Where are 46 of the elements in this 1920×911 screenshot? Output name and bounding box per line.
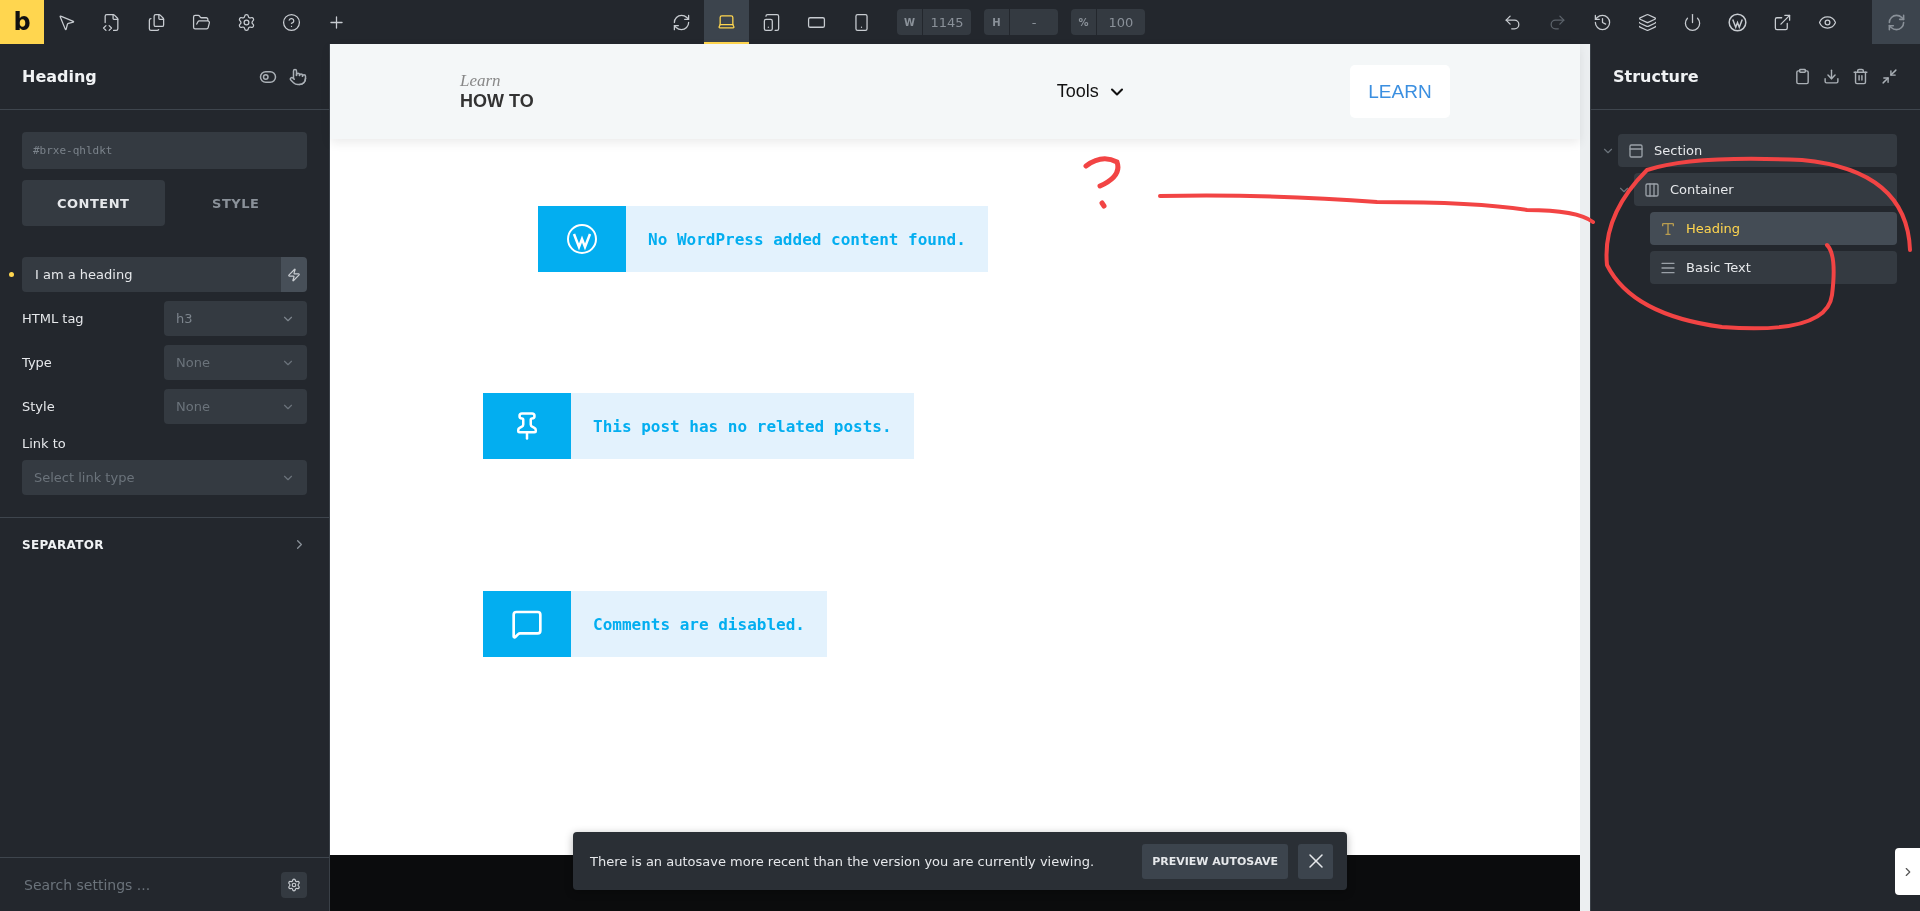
toast-message: There is an autosave more recent than the version you are currently viewing. [590, 853, 1096, 869]
notice-text: This post has no related posts. [592, 415, 893, 438]
tree-item[interactable]: Container [1634, 173, 1897, 206]
control-label: HTML tag [22, 311, 84, 326]
refresh-icon [1886, 12, 1906, 32]
logo-text: HOW TO [460, 91, 534, 112]
logo-text: Learn [460, 71, 502, 91]
control-label: Type [22, 355, 52, 370]
bolt-icon [287, 267, 301, 282]
panel-tab[interactable]: STYLE [164, 180, 307, 226]
panel-title: Heading [22, 67, 97, 86]
desktop-icon[interactable] [704, 0, 749, 44]
gear-icon [287, 877, 301, 892]
settings-button[interactable] [281, 871, 307, 898]
preview-autosave-button[interactable]: PREVIEW AUTOSAVE [1142, 843, 1288, 879]
notice-text: Comments are disabled. [592, 613, 806, 636]
wordpress-icon [566, 223, 598, 255]
notice-text: No WordPress added content found. [647, 228, 967, 251]
trash-icon[interactable] [1852, 68, 1869, 85]
collapse-icon[interactable] [1881, 68, 1898, 85]
size-field[interactable]: W 1145 [897, 9, 971, 35]
container-icon [1644, 181, 1660, 198]
panel-tab[interactable]: CONTENT [22, 180, 165, 226]
heading-icon [1660, 220, 1676, 237]
size-field[interactable]: % 100 [1071, 9, 1145, 35]
dynamic-data-button[interactable] [281, 257, 307, 292]
close-button[interactable] [1298, 843, 1333, 879]
menu-item[interactable]: Tools [1056, 81, 1127, 102]
download-icon[interactable] [1823, 68, 1840, 85]
panel-title: Structure [1613, 67, 1699, 86]
sync-button[interactable] [1872, 0, 1920, 44]
group-header[interactable]: SEPARATOR [0, 517, 329, 571]
section-icon [1628, 142, 1644, 159]
clipboard-icon[interactable] [1794, 68, 1811, 85]
search-field[interactable]: Search settings ... [22, 875, 242, 894]
tree-item[interactable]: Basic Text [1650, 251, 1897, 284]
text-field[interactable]: I am a heading [22, 257, 281, 292]
learn-button[interactable]: LEARN [1350, 65, 1450, 118]
app-logo[interactable]: b [0, 0, 44, 44]
size-field[interactable]: H - [984, 9, 1058, 35]
control-label: Link to [22, 436, 66, 451]
control-label: Style [22, 399, 55, 414]
tree-item[interactable]: Section [1618, 134, 1897, 167]
comments-icon [511, 608, 543, 640]
pointer-icon[interactable] [289, 67, 307, 86]
tree-item[interactable]: Heading [1650, 212, 1897, 245]
